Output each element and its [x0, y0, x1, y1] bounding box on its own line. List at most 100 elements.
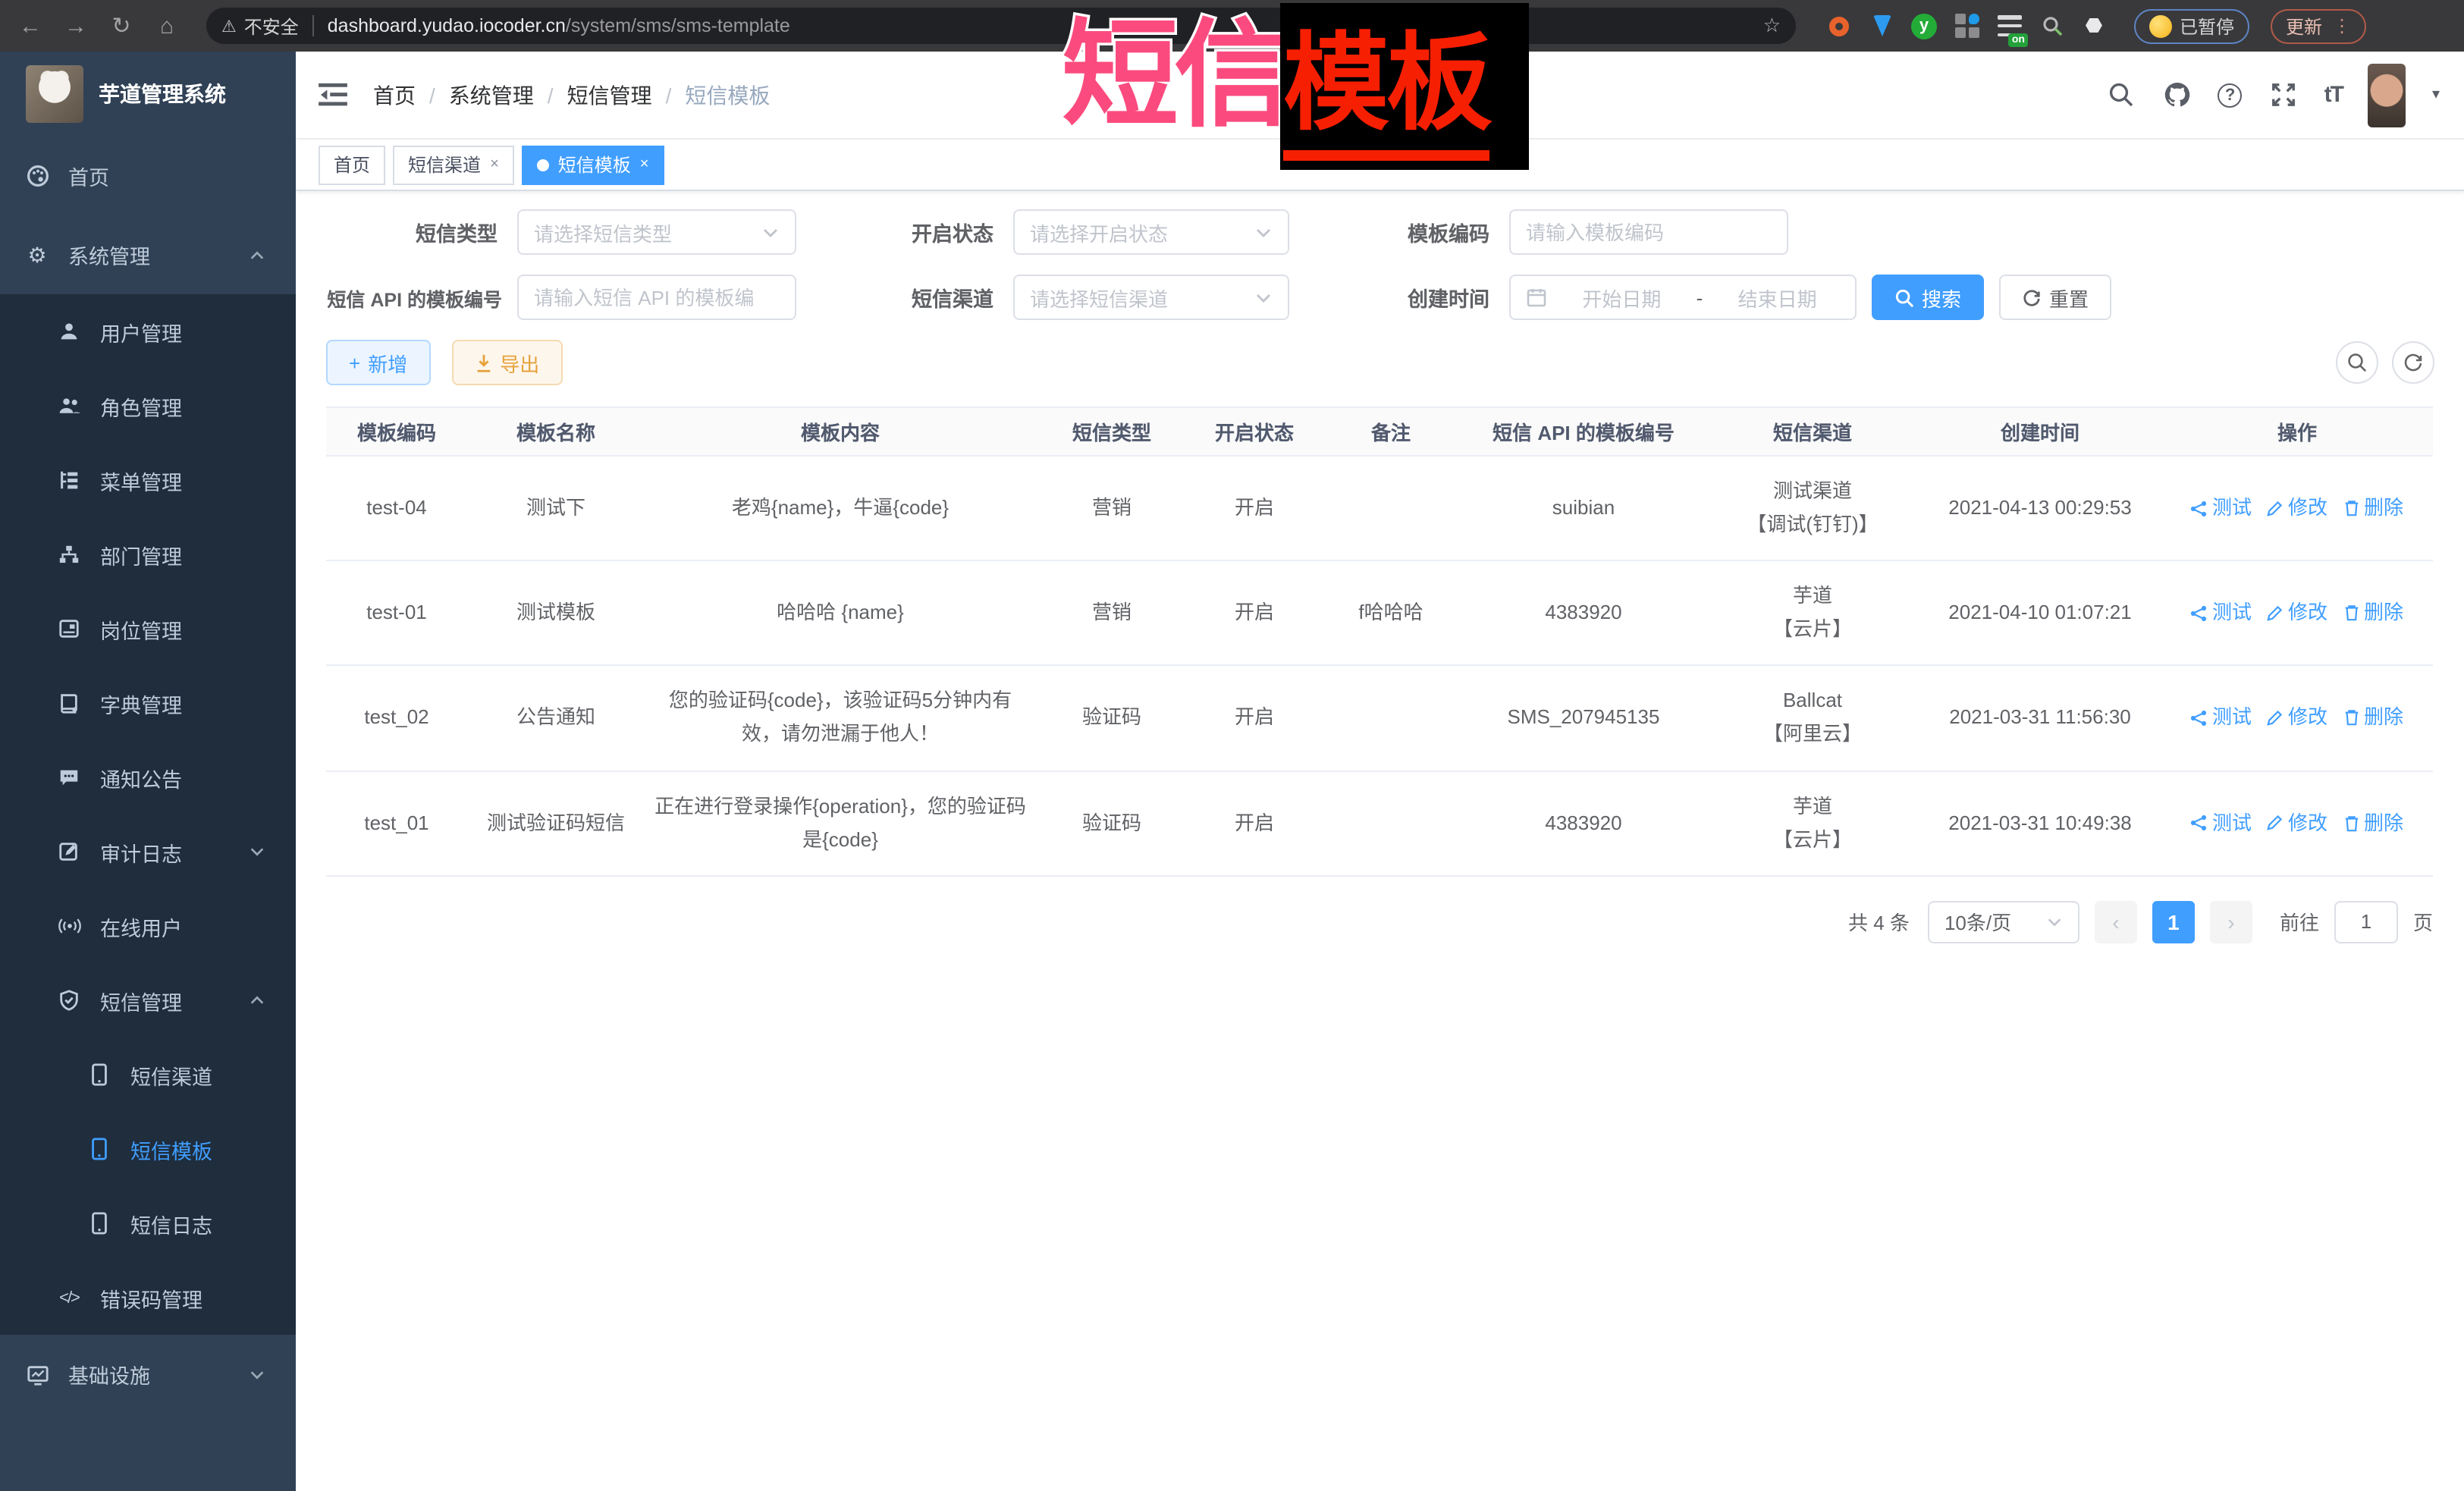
- add-button[interactable]: + 新增: [326, 340, 430, 385]
- browser-home-icon[interactable]: ⌂: [149, 8, 185, 44]
- template-code-field[interactable]: [1526, 221, 1772, 243]
- extension-grid-icon[interactable]: [1954, 13, 1979, 39]
- phone-icon: [86, 1210, 112, 1236]
- tab-sms-channel[interactable]: 短信渠道 ×: [393, 145, 514, 184]
- add-button-label: 新增: [368, 348, 407, 377]
- bookmark-star-icon[interactable]: ☆: [1763, 14, 1781, 38]
- breadcrumb-current: 短信模板: [685, 80, 770, 110]
- profile-paused-chip[interactable]: 已暂停: [2134, 8, 2249, 43]
- extension-ring-icon[interactable]: [1826, 13, 1852, 39]
- sidebar-item-departments[interactable]: 部门管理: [0, 517, 296, 592]
- cell-created: 2021-04-10 01:07:21: [1919, 560, 2161, 665]
- test-link[interactable]: 测试: [2191, 806, 2252, 840]
- sidebar-item-audit-log[interactable]: 审计日志: [0, 815, 296, 889]
- browser-reload-icon[interactable]: ↻: [103, 8, 140, 44]
- fullscreen-icon[interactable]: [2268, 80, 2299, 110]
- sidebar-item-sms[interactable]: 短信管理: [0, 963, 296, 1037]
- breadcrumb-system[interactable]: 系统管理: [449, 80, 534, 110]
- show-search-toggle-button[interactable]: [2335, 341, 2378, 384]
- sidebar-item-system[interactable]: ⚙ 系统管理: [0, 215, 296, 294]
- sidebar-item-users[interactable]: 用户管理: [0, 294, 296, 369]
- code-icon: </>: [56, 1285, 82, 1311]
- org-tree-icon: [56, 541, 82, 567]
- test-link[interactable]: 测试: [2191, 491, 2252, 525]
- template-code-label: 模板编码: [1289, 217, 1509, 247]
- sidebar-item-sms-template[interactable]: 短信模板: [0, 1112, 296, 1186]
- delete-link[interactable]: 删除: [2343, 806, 2403, 840]
- sidebar-item-infrastructure[interactable]: 基础设施: [0, 1335, 296, 1414]
- browser-update-button[interactable]: 更新 ⋮: [2271, 8, 2366, 43]
- sidebar-item-sms-log[interactable]: 短信日志: [0, 1186, 296, 1260]
- extension-pin-icon[interactable]: [1869, 13, 1894, 39]
- font-size-icon[interactable]: tT: [2324, 82, 2343, 108]
- extension-search-icon[interactable]: [2039, 13, 2064, 39]
- page-1-button[interactable]: 1: [2152, 901, 2195, 943]
- sidebar-item-home[interactable]: 首页: [0, 137, 296, 215]
- browser-back-icon[interactable]: ←: [12, 8, 49, 44]
- header-search-icon[interactable]: [2106, 80, 2136, 110]
- channel-select[interactable]: 请选择短信渠道: [1013, 275, 1289, 320]
- tab-close-icon[interactable]: ×: [640, 156, 649, 173]
- api-template-id-field[interactable]: [534, 286, 780, 309]
- browser-menu-kebab-icon[interactable]: ⋮: [2333, 15, 2351, 36]
- extensions-puzzle-icon[interactable]: ⬣: [2081, 13, 2107, 39]
- sidebar-item-online-users[interactable]: 在线用户: [0, 889, 296, 963]
- sidebar-collapse-icon[interactable]: [319, 80, 349, 110]
- tab-close-icon[interactable]: ×: [490, 156, 499, 173]
- date-range-picker[interactable]: 开始日期 - 结束日期: [1509, 275, 1857, 320]
- reset-button[interactable]: 重置: [1999, 275, 2111, 320]
- refresh-button[interactable]: [2391, 341, 2434, 384]
- cell-actions: 测试 修改 删除: [2161, 456, 2433, 560]
- export-button[interactable]: 导出: [451, 340, 562, 385]
- test-link[interactable]: 测试: [2191, 596, 2252, 629]
- delete-link[interactable]: 删除: [2343, 702, 2403, 735]
- extension-y-icon[interactable]: y: [1911, 13, 1937, 39]
- user-avatar[interactable]: [2368, 63, 2406, 127]
- sidebar-item-sms-channel[interactable]: 短信渠道: [0, 1037, 296, 1112]
- page-size-select[interactable]: 10条/页: [1928, 901, 2079, 943]
- tab-sms-template[interactable]: 短信模板 ×: [522, 145, 664, 184]
- chevron-down-icon: [1254, 288, 1273, 306]
- edit-link[interactable]: 修改: [2267, 702, 2327, 735]
- delete-link[interactable]: 删除: [2343, 491, 2403, 525]
- sidebar-item-posts[interactable]: 岗位管理: [0, 592, 296, 666]
- chevron-down-icon: [249, 1366, 265, 1383]
- edit-link[interactable]: 修改: [2267, 491, 2327, 525]
- help-icon[interactable]: ?: [2218, 83, 2243, 107]
- avatar-caret-icon[interactable]: ▾: [2432, 86, 2440, 103]
- extension-list-icon[interactable]: on: [1996, 13, 2022, 39]
- sidebar-item-notices[interactable]: 通知公告: [0, 740, 296, 815]
- browser-forward-icon[interactable]: →: [58, 8, 94, 44]
- cell-status: 开启: [1188, 771, 1321, 875]
- app-logo-row[interactable]: 芋道管理系统: [0, 52, 296, 137]
- prev-page-button[interactable]: ‹: [2095, 901, 2137, 943]
- start-date-placeholder[interactable]: 开始日期: [1559, 283, 1684, 312]
- sidebar-item-roles[interactable]: 角色管理: [0, 369, 296, 443]
- cell-status: 开启: [1188, 456, 1321, 560]
- breadcrumb-sms[interactable]: 短信管理: [567, 80, 652, 110]
- address-bar[interactable]: ⚠ 不安全 dashboard.yudao.iocoder.cn /system…: [206, 8, 1796, 44]
- template-code-input[interactable]: [1509, 209, 1788, 255]
- api-template-id-input[interactable]: [517, 275, 796, 320]
- goto-page-input[interactable]: [2334, 901, 2398, 943]
- next-page-button[interactable]: ›: [2210, 901, 2252, 943]
- security-label[interactable]: 不安全: [244, 13, 299, 39]
- github-icon[interactable]: [2162, 80, 2192, 110]
- edit-link[interactable]: 修改: [2267, 596, 2327, 629]
- sidebar-item-dictionary[interactable]: 字典管理: [0, 666, 296, 740]
- edit-link[interactable]: 修改: [2267, 806, 2327, 840]
- tab-home[interactable]: 首页: [319, 145, 385, 184]
- search-button[interactable]: 搜索: [1872, 275, 1984, 320]
- test-link[interactable]: 测试: [2191, 702, 2252, 735]
- col-header-created: 创建时间: [1919, 407, 2161, 456]
- delete-link[interactable]: 删除: [2343, 596, 2403, 629]
- status-select[interactable]: 请选择开启状态: [1013, 209, 1289, 255]
- sidebar-item-menus[interactable]: 菜单管理: [0, 443, 296, 517]
- cell-remark: [1321, 771, 1461, 875]
- sms-type-label: 短信类型: [326, 217, 517, 247]
- end-date-placeholder[interactable]: 结束日期: [1715, 283, 1840, 312]
- user-icon: [56, 319, 82, 344]
- breadcrumb-home[interactable]: 首页: [373, 80, 416, 110]
- sms-type-select[interactable]: 请选择短信类型: [517, 209, 796, 255]
- sidebar-item-error-codes[interactable]: </> 错误码管理: [0, 1260, 296, 1335]
